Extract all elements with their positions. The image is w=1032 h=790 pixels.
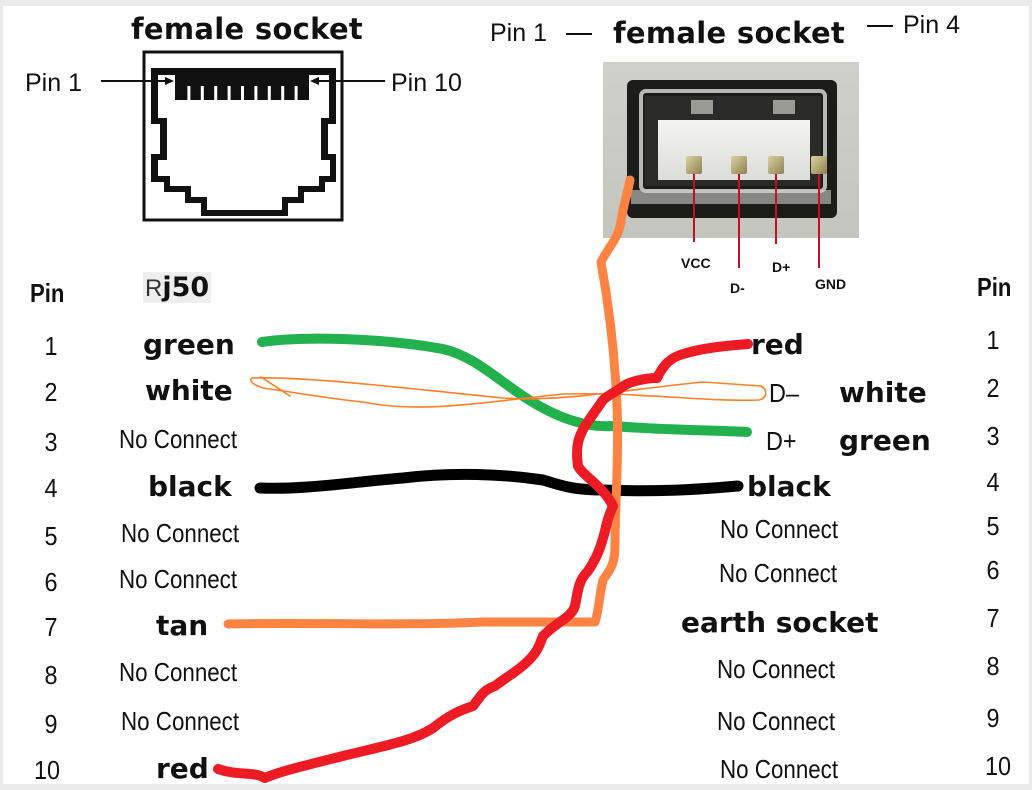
left-pin-number: 2	[44, 377, 58, 407]
right-pin-number: 9	[986, 703, 1000, 733]
right-wire-color-label: red	[751, 328, 804, 361]
wiring-diagram: female socket Pin 1 Pin 10 Pin 1 female …	[3, 6, 1029, 785]
left-wire-color-label: red	[156, 752, 209, 785]
right-no-connect-label: No Connect	[717, 706, 836, 736]
right-pin-number: 5	[986, 511, 1000, 541]
left-pin-number: 7	[44, 612, 58, 642]
right-no-connect-label: No Connect	[720, 514, 839, 544]
left-no-connect-label: No Connect	[119, 564, 238, 594]
usb-label-gnd: GND	[815, 276, 847, 292]
right-wire-color-label: green	[839, 424, 931, 457]
right-pin-number: 7	[986, 603, 1000, 633]
usb-label-vcc: VCC	[681, 255, 711, 271]
left-wire-color-label: tan	[156, 609, 209, 642]
left-pin-number: 1	[44, 331, 58, 361]
left-pin-number: 5	[44, 521, 58, 551]
left-pin-number: 8	[44, 660, 58, 690]
usb-contact-pad	[811, 156, 827, 174]
right-pin-number: 1	[986, 325, 1000, 355]
right-signal-label: D+	[766, 426, 797, 456]
right-wire-color-label: white	[839, 376, 927, 409]
right-no-connect-label: No Connect	[719, 558, 838, 588]
usb-contact-pad	[768, 156, 784, 174]
connector-header: Rj50	[143, 272, 212, 303]
usb-label-dminus: D-	[730, 280, 745, 296]
connector-header-prefix: R	[145, 275, 163, 302]
connector-header-name: j50	[162, 272, 210, 303]
right-pin-number: 10	[984, 751, 1012, 781]
left-pin-header: Pin	[30, 278, 65, 308]
usb-label-dplus: D+	[772, 259, 791, 275]
left-no-connect-label: No Connect	[121, 706, 240, 736]
left-pin-number: 4	[44, 473, 58, 503]
right-no-connect-label: No Connect	[720, 754, 839, 784]
left-pin-number: 6	[44, 567, 58, 597]
left-pin-number: 9	[44, 709, 58, 739]
left-wire-color-label: black	[148, 470, 232, 503]
right-wire-color-label: black	[747, 470, 831, 503]
left-no-connect-label: No Connect	[119, 424, 238, 454]
right-pin-number: 2	[986, 373, 1000, 403]
right-pin-header: Pin	[977, 272, 1012, 302]
right-signal-label: D–	[769, 378, 799, 408]
left-wire-color-label: white	[145, 374, 233, 407]
left-no-connect-label: No Connect	[121, 518, 240, 548]
left-wire-color-label: green	[143, 328, 235, 361]
right-wire-color-label: earth socket	[681, 606, 879, 639]
right-no-connect-label: No Connect	[717, 654, 836, 684]
usb-contact-pad	[731, 156, 747, 174]
right-pin-number: 3	[986, 421, 1000, 451]
right-pin-number: 4	[986, 467, 1000, 497]
usb-contact-pad	[686, 156, 702, 174]
left-pin-number: 10	[33, 755, 61, 785]
right-pin-number: 6	[986, 555, 1000, 585]
left-pin-number: 3	[44, 427, 58, 457]
left-no-connect-label: No Connect	[119, 657, 238, 687]
right-pin-number: 8	[986, 651, 1000, 681]
